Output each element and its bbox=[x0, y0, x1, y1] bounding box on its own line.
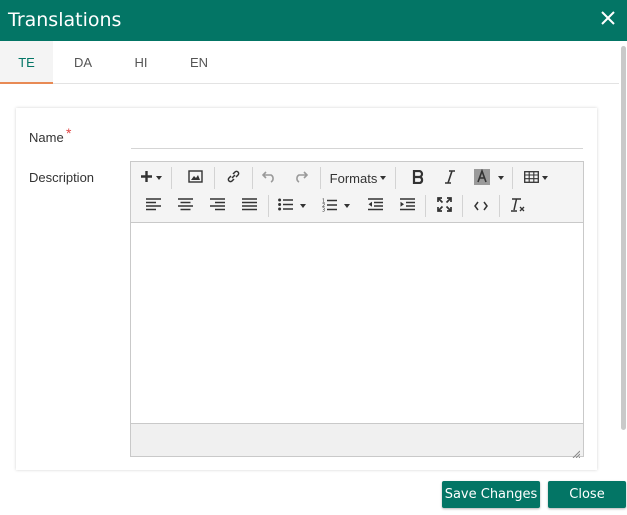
rich-text-editor: Formats 1 2 3 bbox=[130, 161, 584, 459]
image-button[interactable] bbox=[181, 165, 209, 191]
plus-icon bbox=[140, 170, 153, 186]
source-code-icon bbox=[474, 199, 488, 214]
bullet-list-button[interactable] bbox=[273, 193, 311, 219]
align-center-icon bbox=[177, 198, 193, 214]
resize-grip-icon[interactable] bbox=[572, 445, 581, 459]
required-mark: * bbox=[66, 125, 72, 141]
language-tabs: TE DA HI EN bbox=[0, 41, 619, 84]
bold-icon bbox=[412, 169, 424, 187]
name-label: Name bbox=[29, 130, 64, 145]
clear-format-icon bbox=[510, 197, 526, 216]
undo-icon bbox=[261, 170, 276, 186]
link-button[interactable] bbox=[219, 165, 247, 191]
redo-button[interactable] bbox=[287, 165, 315, 191]
indent-button[interactable] bbox=[393, 193, 421, 219]
bullet-list-icon bbox=[278, 198, 293, 214]
close-icon[interactable] bbox=[599, 7, 617, 29]
outdent-button[interactable] bbox=[361, 193, 389, 219]
indent-icon bbox=[399, 198, 415, 214]
align-left-button[interactable] bbox=[139, 193, 167, 219]
name-underline bbox=[131, 148, 583, 149]
fullscreen-button[interactable] bbox=[430, 193, 458, 219]
clear-format-button[interactable] bbox=[504, 193, 532, 219]
editor-toolbar: Formats 1 2 3 bbox=[131, 162, 583, 223]
image-icon bbox=[187, 170, 203, 186]
save-changes-button[interactable]: Save Changes bbox=[442, 481, 540, 508]
numbered-list-button[interactable]: 123 bbox=[317, 193, 355, 219]
align-right-icon bbox=[209, 198, 225, 214]
editor-statusbar bbox=[131, 423, 583, 459]
text-color-button[interactable] bbox=[469, 165, 509, 191]
bold-button[interactable] bbox=[404, 165, 432, 191]
fullscreen-icon bbox=[436, 197, 452, 215]
name-input[interactable] bbox=[131, 122, 583, 148]
redo-icon bbox=[294, 170, 309, 186]
insert-button[interactable] bbox=[135, 165, 167, 191]
translation-form: Name * Description Formats 1 2 3 bbox=[16, 108, 597, 470]
description-label: Description bbox=[29, 170, 95, 185]
outdent-icon bbox=[367, 198, 383, 214]
tab-en[interactable]: EN bbox=[178, 41, 220, 84]
dialog-header: Translations bbox=[0, 0, 627, 41]
link-icon bbox=[226, 169, 241, 187]
align-left-icon bbox=[145, 198, 161, 214]
text-color-icon bbox=[474, 168, 490, 188]
tab-da[interactable]: DA bbox=[60, 41, 106, 84]
close-button[interactable]: Close bbox=[548, 481, 626, 508]
align-right-button[interactable] bbox=[203, 193, 231, 219]
align-center-button[interactable] bbox=[171, 193, 199, 219]
formats-label: Formats bbox=[329, 170, 378, 186]
dialog-title: Translations bbox=[8, 9, 122, 31]
source-code-button[interactable] bbox=[467, 193, 495, 219]
tab-hi[interactable]: HI bbox=[120, 41, 162, 84]
align-justify-button[interactable] bbox=[235, 193, 263, 219]
table-button[interactable] bbox=[520, 165, 552, 191]
formats-dropdown[interactable]: Formats bbox=[327, 165, 389, 191]
svg-text:3: 3 bbox=[322, 207, 325, 212]
undo-button[interactable] bbox=[255, 165, 283, 191]
tab-te[interactable]: TE bbox=[0, 41, 53, 84]
table-icon bbox=[524, 170, 539, 186]
numbered-list-icon: 123 bbox=[322, 198, 337, 215]
italic-icon bbox=[444, 169, 456, 187]
scrollbar[interactable] bbox=[621, 46, 626, 430]
editor-content[interactable] bbox=[131, 223, 583, 423]
italic-button[interactable] bbox=[436, 165, 464, 191]
align-justify-icon bbox=[241, 198, 257, 214]
